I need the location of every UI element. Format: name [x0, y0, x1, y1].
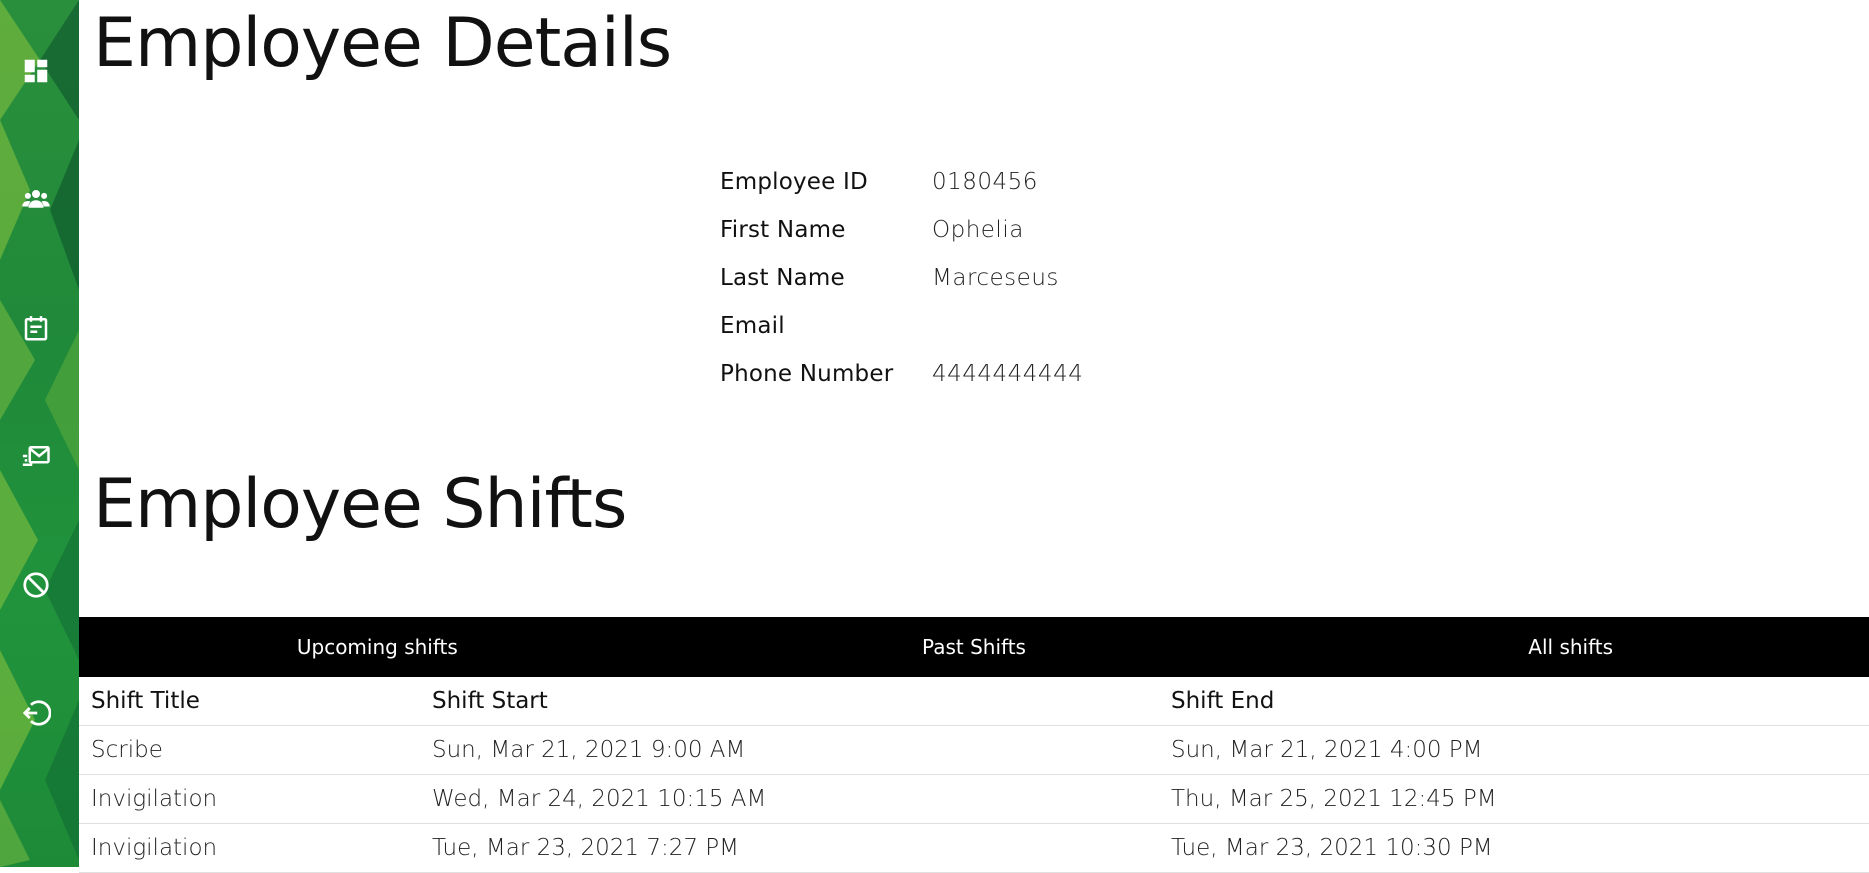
logout-icon: [21, 698, 52, 732]
detail-label: First Name: [720, 217, 846, 243]
employees-icon: [21, 184, 51, 218]
sidebar-item-mail[interactable]: [0, 428, 72, 488]
column-header-shift-start: Shift Start: [420, 677, 1159, 726]
cell-shift-title: Scribe: [79, 725, 420, 775]
tab-past-shifts[interactable]: Past Shifts: [676, 617, 1273, 677]
shifts-table: Shift Title Shift Start Shift End Scribe…: [79, 677, 1869, 873]
shifts-title: Employee Shifts: [93, 465, 627, 544]
detail-label: Employee ID: [720, 169, 868, 195]
column-header-shift-end: Shift End: [1159, 677, 1869, 726]
tab-upcoming-shifts[interactable]: Upcoming shifts: [79, 617, 676, 677]
main-content: Employee Details Employee ID 0180456 First…: [79, 0, 1869, 873]
detail-row: Employee ID 0180456: [720, 158, 1083, 206]
detail-value: 0180456: [932, 169, 1038, 195]
detail-value: [932, 302, 1083, 350]
shifts-header-row: Shift Title Shift Start Shift End: [79, 677, 1869, 726]
tab-all-shifts[interactable]: All shifts: [1272, 617, 1869, 677]
cell-shift-end: Thu, Mar 25, 2021 12:45 PM: [1159, 774, 1869, 824]
employee-details-table: Employee ID 0180456 First Name Ophelia Last …: [720, 158, 1083, 398]
detail-row: Phone Number 4444444444: [720, 350, 1083, 398]
sidebar-item-calendar[interactable]: [0, 300, 72, 360]
cell-shift-title: Invigilation: [79, 774, 420, 824]
sidebar-item-logout[interactable]: [0, 685, 72, 745]
detail-label: Email: [720, 313, 785, 339]
detail-value: Marceseus: [932, 265, 1059, 291]
detail-label: Last Name: [720, 265, 845, 291]
cell-shift-start: Wed, Mar 24, 2021 10:15 AM: [420, 774, 1159, 824]
calendar-icon: [21, 313, 51, 347]
shift-tabs: Upcoming shifts Past Shifts All shifts: [79, 617, 1869, 677]
cell-shift-end: Sun, Mar 21, 2021 4:00 PM: [1159, 725, 1869, 775]
dashboard-icon: [21, 56, 51, 90]
sidebar-item-block[interactable]: [0, 557, 72, 617]
detail-label: Phone Number: [720, 361, 894, 387]
detail-row: Last Name Marceseus: [720, 254, 1083, 302]
detail-value: 4444444444: [932, 361, 1084, 387]
cell-shift-start: Tue, Mar 23, 2021 7:27 PM: [420, 823, 1159, 873]
table-row[interactable]: Invigilation Wed, Mar 24, 2021 10:15 AM Th…: [79, 774, 1869, 824]
cell-shift-start: Sun, Mar 21, 2021 9:00 AM: [420, 725, 1159, 775]
sidebar-item-dashboard[interactable]: [0, 43, 72, 103]
block-icon: [21, 570, 51, 604]
detail-row: First Name Ophelia: [720, 206, 1083, 254]
detail-row: Email: [720, 302, 1083, 350]
mail-icon: [21, 441, 51, 475]
column-header-shift-title: Shift Title: [79, 677, 420, 726]
sidebar: [0, 0, 79, 867]
cell-shift-title: Invigilation: [79, 823, 420, 873]
table-row[interactable]: Scribe Sun, Mar 21, 2021 9:00 AM Sun, Mar …: [79, 725, 1869, 775]
page-title: Employee Details: [93, 4, 672, 83]
detail-value: Ophelia: [932, 217, 1024, 243]
sidebar-item-employees[interactable]: [0, 171, 72, 231]
table-row[interactable]: Invigilation Tue, Mar 23, 2021 7:27 PM Tue…: [79, 823, 1869, 873]
cell-shift-end: Tue, Mar 23, 2021 10:30 PM: [1159, 823, 1869, 873]
